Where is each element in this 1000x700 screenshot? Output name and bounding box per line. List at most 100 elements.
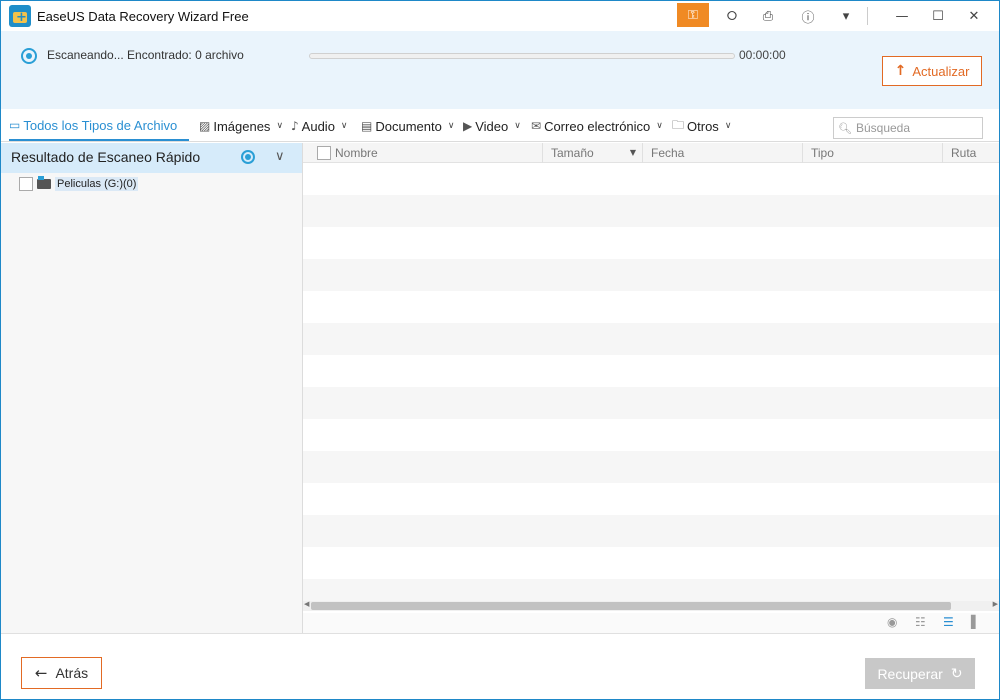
filter-audio-label: Audio [301,118,335,134]
tree-item-checkbox[interactable] [19,177,33,191]
chevron-down-icon[interactable]: ∨ [275,149,285,164]
column-name[interactable]: Nombre [303,143,543,163]
recover-button[interactable]: Recuperar ↻ [865,658,975,689]
filter-audio[interactable]: ♪ Audio ∨ [291,111,348,141]
filter-video[interactable]: ▶ Video ∨ [463,111,521,141]
empty-row [303,291,999,323]
sign-in-icon[interactable]: ⎙ [751,1,785,31]
filter-others[interactable]: 🗀 Otros ∨ [672,111,731,141]
filter-video-label: Video [475,118,509,134]
envelope-icon: ✉ [531,119,542,133]
preview-eye-icon[interactable]: ◉ [887,615,897,629]
column-type-label: Tipo [811,146,834,160]
update-button-label: Actualizar [912,63,970,79]
folder-icon: 🗀 [672,117,685,132]
empty-row [303,483,999,515]
file-list-rows [303,163,999,601]
tree-item-drive[interactable]: Peliculas (G:)(0) [19,175,139,193]
select-all-checkbox[interactable] [317,146,331,160]
help-icon[interactable]: ⓘ [791,1,825,31]
empty-row [303,579,999,601]
chevron-down-icon: ∨ [340,121,348,131]
empty-row [303,163,999,195]
scanning-icon [241,150,255,164]
tree-header[interactable]: Resultado de Escaneo Rápido ∨ [1,143,302,173]
chevron-down-icon: ∨ [447,121,455,131]
horizontal-scrollbar[interactable]: ◀ ▶ [303,600,999,611]
scan-result-tree-panel: Resultado de Escaneo Rápido ∨ Peliculas … [1,143,303,633]
back-button[interactable]: ← Atrás [21,657,102,689]
recover-button-label: Recuperar [877,665,943,682]
tree-title: Resultado de Escaneo Rápido [11,149,201,165]
list-view-icon[interactable]: ☰ [943,615,954,629]
chevron-down-icon: ∨ [276,121,284,131]
column-size[interactable]: Tamaño ▼ [543,143,643,163]
column-name-label: Nombre [335,146,378,160]
search-icon: 🔍︎ [838,121,852,135]
app-window: EaseUS Data Recovery Wizard Free ⚿ ⭘ ⎙ ⓘ… [0,0,1000,700]
scroll-left-icon[interactable]: ◀ [304,600,309,608]
app-logo-icon [9,5,31,27]
arrow-left-icon: ← [34,664,48,682]
footer-bar: ← Atrás Recuperar ↻ [1,633,999,699]
column-path[interactable]: Ruta [943,143,999,163]
close-button[interactable]: ✕ [957,1,991,31]
empty-row [303,355,999,387]
maximize-button[interactable]: ☐ [921,1,955,31]
monitor-icon: ▭ [9,118,21,132]
view-mode-bar: ◉ ☷ ☰ ▌ [303,613,999,633]
recover-icon: ↻ [950,665,963,682]
menu-dropdown-icon[interactable]: ▾ [829,1,863,31]
empty-row [303,419,999,451]
tree-item-label: Peliculas (G:)(0) [55,177,139,191]
empty-row [303,547,999,579]
filter-others-label: Otros [687,118,719,134]
empty-row [303,387,999,419]
scroll-right-icon[interactable]: ▶ [993,600,998,608]
title-bar: EaseUS Data Recovery Wizard Free ⚿ ⭘ ⎙ ⓘ… [1,1,999,31]
scan-elapsed-time: 00:00:00 [739,48,786,62]
empty-row [303,451,999,483]
thumbnail-view-icon[interactable]: ☷ [915,615,926,629]
table-header: Nombre Tamaño ▼ Fecha Tipo Ruta [303,143,999,163]
document-icon: ▤ [361,119,373,133]
empty-row [303,515,999,547]
column-path-label: Ruta [951,146,977,160]
column-date-label: Fecha [651,146,685,160]
scan-progress-bar [309,53,735,59]
file-list-panel: Nombre Tamaño ▼ Fecha Tipo Ruta ◀ ▶ ◉ ☷ … [303,143,999,633]
filter-all-types[interactable]: ▭ Todos los Tipos de Archivo [9,111,190,141]
chevron-down-icon: ∨ [656,121,663,131]
empty-row [303,323,999,355]
filter-email-label: Correo electrónico [544,118,651,134]
minimize-button[interactable]: — [885,1,919,31]
scanning-icon [21,48,37,64]
filter-document-label: Documento [375,118,442,134]
video-icon: ▶ [463,119,473,133]
drive-icon [37,176,51,189]
column-date[interactable]: Fecha [643,143,803,163]
search-box[interactable]: 🔍︎ [833,117,983,139]
update-button[interactable]: ↑ Actualizar [882,56,982,86]
filter-all-label: Todos los Tipos de Archivo [23,117,178,133]
file-type-filter-bar: ▭ Todos los Tipos de Archivo ▨ Imágenes … [1,111,999,142]
filter-email[interactable]: ✉ Correo electrónico ∨ [531,111,663,141]
filter-images-label: Imágenes [213,118,271,134]
empty-row [303,195,999,227]
sort-desc-icon: ▼ [629,148,636,157]
filter-images[interactable]: ▨ Imágenes ∨ [199,111,283,141]
search-input[interactable] [855,121,976,135]
detail-view-icon[interactable]: ▌ [971,615,980,629]
column-size-label: Tamaño [551,146,594,160]
key-icon[interactable]: ⚿ [677,3,709,27]
empty-row [303,259,999,291]
column-type[interactable]: Tipo [803,143,943,163]
arrow-up-icon: ↑ [894,63,907,79]
back-button-label: Atrás [55,665,89,681]
scrollbar-thumb[interactable] [311,602,951,610]
share-icon[interactable]: ⭘ [715,1,749,31]
empty-row [303,227,999,259]
chevron-down-icon: ∨ [514,121,521,131]
music-note-icon: ♪ [291,119,299,133]
filter-document[interactable]: ▤ Documento ∨ [361,111,454,141]
